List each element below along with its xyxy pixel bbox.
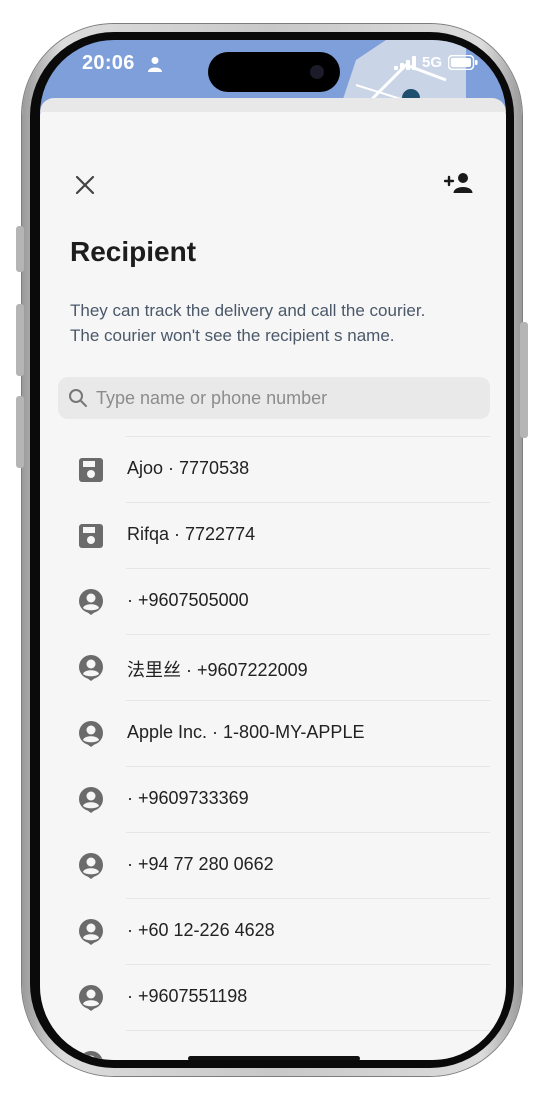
description-line-2: The courier won't see the recipient s na… (70, 326, 395, 345)
person-icon (79, 853, 103, 879)
description-line-1: They can track the delivery and call the… (70, 301, 426, 320)
person-icon (79, 919, 103, 945)
contact-label: Rifqa · 7722774 (127, 524, 256, 544)
dynamic-island (208, 52, 340, 92)
contact-label: 法里丝 · +9607222009 (127, 660, 308, 680)
contact-label: Apple Inc. · 1-800-MY-APPLE (127, 722, 365, 742)
search-input[interactable] (96, 387, 476, 409)
add-person-icon (444, 173, 473, 193)
home-indicator[interactable] (188, 1056, 360, 1060)
search-bar[interactable] (58, 377, 490, 419)
person-icon (79, 589, 103, 615)
add-contact-button[interactable] (442, 168, 476, 198)
contact-list: Ajoo · 7770538 Rifqa · 7722774 · +960750… (40, 436, 506, 1060)
volume-up-button (16, 304, 24, 376)
contact-row[interactable]: Ajoo · 7770538 (40, 437, 506, 502)
contact-label: · +94 77 280 0662 (127, 854, 274, 874)
saved-icon (79, 458, 103, 482)
description: They can track the delivery and call the… (70, 298, 480, 348)
action-button (16, 226, 24, 272)
status-indicators: 5G (393, 54, 478, 71)
volume-down-button (16, 396, 24, 468)
power-button (520, 322, 528, 438)
close-button[interactable] (70, 170, 100, 200)
person-status-icon (148, 57, 162, 72)
network-type: 5G (421, 54, 442, 71)
close-icon (75, 175, 95, 195)
contact-row[interactable]: Rifqa · 7722774 (40, 503, 506, 568)
battery-icon (448, 55, 478, 70)
contact-label: · +9607551198 (127, 986, 248, 1006)
contact-row[interactable]: · +94 77 280 0662 (40, 833, 506, 898)
person-icon (79, 1051, 103, 1060)
contact-row[interactable]: · +9609733369 (40, 767, 506, 832)
contact-row[interactable]: 法里丝 · +9607222009 (40, 635, 506, 700)
signal-icon (393, 55, 416, 70)
saved-icon (79, 524, 103, 548)
screen: 20:06 5G Recipient They can track the de… (40, 40, 506, 1060)
search-icon (69, 389, 87, 407)
contact-row[interactable]: · +9607551198 (40, 965, 506, 1030)
contact-row[interactable]: · +60 12-226 4628 (40, 899, 506, 964)
contact-label: · +9607505000 (127, 590, 249, 610)
contact-row[interactable]: Apple Inc. · 1-800-MY-APPLE (40, 701, 506, 766)
status-time: 20:06 (82, 52, 135, 74)
person-icon (79, 655, 103, 681)
person-icon (79, 985, 103, 1011)
page-title: Recipient (70, 236, 197, 267)
person-icon (79, 721, 103, 747)
person-icon (79, 787, 103, 813)
contact-label: Ajoo · 7770538 (127, 458, 250, 478)
contact-label: · +60 12-226 4628 (127, 920, 275, 940)
contact-label: · +9609733369 (127, 788, 249, 808)
contact-row[interactable]: · +9607505000 (40, 569, 506, 634)
